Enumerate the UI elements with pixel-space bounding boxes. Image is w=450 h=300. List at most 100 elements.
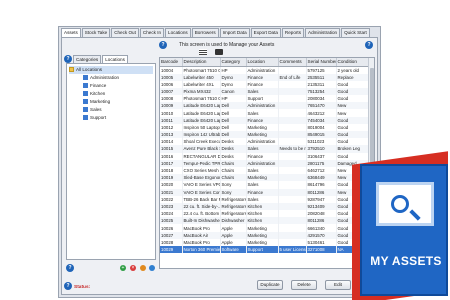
- table-row[interactable]: 10023 22 cu. ft. Side-by-... Refrigerators…: [160, 202, 371, 211]
- table-cell: Built-In Dishwasher...: [182, 217, 221, 225]
- location-icon: [83, 107, 88, 113]
- help-icon[interactable]: ?: [365, 41, 373, 49]
- add-location-button[interactable]: +: [120, 265, 126, 271]
- tree-item-administration[interactable]: Administration: [69, 74, 153, 82]
- column-header-location[interactable]: Location: [246, 58, 279, 67]
- duplicate-button[interactable]: Duplicate: [257, 280, 283, 290]
- column-header-category[interactable]: Category: [220, 58, 247, 67]
- column-header-description[interactable]: Description: [182, 58, 221, 67]
- table-row[interactable]: 10018 CXO Series Mesh Chairs Sales 6462712 Ne…: [160, 166, 371, 175]
- help-icon[interactable]: ?: [64, 282, 72, 290]
- table-row[interactable]: 10008Photosmart 7510 C...HPSupport 208003…: [160, 95, 371, 103]
- table-row[interactable]: 10015Avenz Pure Black S...DesksSalesNeed…: [160, 145, 371, 153]
- tree-item-label: Finance: [90, 83, 107, 88]
- table-cell: Finance: [246, 116, 279, 124]
- table-cell: Chairs: [220, 159, 247, 167]
- table-cell: [278, 87, 307, 96]
- table-cell: Kitchen: [246, 202, 279, 211]
- delete-location-button[interactable]: ×: [130, 265, 136, 271]
- print-icon[interactable]: [215, 49, 223, 55]
- table-cell: Desks: [220, 138, 247, 146]
- table-cell: Finance: [246, 188, 279, 196]
- table-row[interactable]: 10005 Labelwriter 450 Dymo Finance End of Li…: [160, 73, 371, 81]
- tree-item-marketing[interactable]: Marketing: [69, 98, 153, 106]
- table-cell: Sales: [246, 166, 279, 175]
- table-cell: 2 years old: [336, 66, 371, 74]
- tab-reports[interactable]: Reports: [281, 28, 304, 37]
- delete-button[interactable]: Delete: [291, 280, 317, 290]
- table-row[interactable]: 10026 MacBook Pro Apple Marketing 6661340 Goo…: [160, 224, 371, 232]
- table-row[interactable]: 10020VAIO E Series VPC-...SonySales 86147…: [160, 181, 371, 189]
- table-cell: New: [336, 102, 371, 110]
- tab-borrowers[interactable]: Borrowers: [191, 28, 219, 37]
- subtab-categories[interactable]: Categories: [73, 55, 102, 63]
- tab-export-data[interactable]: Export Data: [250, 28, 281, 37]
- table-cell: 10017: [160, 159, 183, 167]
- table-cell: Sales: [246, 181, 279, 189]
- product-box-title: MY ASSETS: [370, 254, 442, 268]
- tab-check-in[interactable]: Check In: [139, 28, 165, 37]
- tree-item-label: Kitchen: [90, 91, 106, 96]
- table-row[interactable]: 10019Sled-Base Ergonomi...ChairsMarketin…: [160, 174, 371, 182]
- edit-button[interactable]: Edit: [325, 280, 351, 290]
- table-row[interactable]: 10014Shoal Creek Executi...DesksAdminist…: [160, 138, 371, 146]
- column-header-barcode[interactable]: Barcode: [160, 58, 183, 67]
- column-header-serial-number[interactable]: Serial Number: [306, 58, 337, 67]
- table-row[interactable]: 10028 MacBook Pro Apple Marketing 5130461 Goo…: [160, 238, 371, 246]
- move-location-button[interactable]: [149, 265, 155, 271]
- tab-administration[interactable]: Administration: [305, 28, 341, 37]
- table-row[interactable]: 10013 Inspiron 14z Ultrab... Dell Marketing…: [160, 131, 371, 139]
- table-cell: Kitchen: [246, 217, 279, 225]
- column-header-condition[interactable]: Condition: [336, 58, 371, 67]
- table-row[interactable]: 10017Tempur-Pedic TPR...ChairsAdministra…: [160, 159, 371, 167]
- tree-item-finance[interactable]: Finance: [69, 82, 153, 90]
- tree-item-support[interactable]: Support: [69, 114, 153, 122]
- tab-import-data[interactable]: Import Data: [219, 28, 250, 37]
- grid-icon[interactable]: [199, 49, 207, 55]
- tree-item-kitchen[interactable]: Kitchen: [69, 90, 153, 98]
- table-row[interactable]: 10016RECTANGULAR DE...DesksFinance 310643…: [160, 152, 371, 160]
- table-row[interactable]: 10021VAIO E Series Core ...SonyFinance 80…: [160, 188, 371, 196]
- table-cell: Support: [246, 95, 279, 103]
- table-cell: MacBook Pro: [182, 238, 221, 246]
- table-cell: Sales: [246, 195, 279, 203]
- table-row[interactable]: 10025Built-In Dishwasher...DishwasherKit…: [160, 217, 371, 225]
- table-row[interactable]: 10022TBB-26 Back Bar R...RefrigeratorsSa…: [160, 195, 371, 203]
- table-cell: [278, 174, 307, 182]
- table-row[interactable]: 10029 Norton 360 Premier Software Support 5 …: [160, 246, 371, 254]
- table-cell: [278, 159, 307, 167]
- table-row[interactable]: 10004Photosmart 7510 C...HPAdministratio…: [160, 66, 371, 74]
- help-icon[interactable]: ?: [159, 41, 167, 49]
- tree-item-label: Support: [90, 115, 107, 120]
- table-cell: 9213409: [306, 202, 337, 211]
- table-cell: 10016: [160, 152, 183, 160]
- tab-locations[interactable]: Locations: [165, 28, 191, 37]
- table-row[interactable]: 10011Latitude E6420 Lapt...DellFinance 74…: [160, 116, 371, 124]
- table-row[interactable]: 10006 Labelwriter 4XL Dymo Finance 2135311 Go…: [160, 80, 371, 88]
- action-bar: ? Status: Duplicate Delete Edit: [64, 274, 376, 294]
- edit-location-button[interactable]: [140, 265, 146, 271]
- table-cell: Sony: [220, 181, 247, 189]
- table-cell: [278, 238, 307, 246]
- table-row[interactable]: 10024 22.4 cu. ft. Bottom ... Refrigerator…: [160, 210, 371, 218]
- table-cell: 2080034: [306, 95, 337, 103]
- table-row[interactable]: 10009Latitude E6420 Lapt...DellAdministr…: [160, 102, 371, 110]
- table-row[interactable]: 10012 Inspiron 50 Laptop Dell Marketing 8019…: [160, 123, 371, 131]
- tree-item-sales[interactable]: Sales: [69, 106, 153, 114]
- help-icon[interactable]: ?: [66, 264, 74, 272]
- tab-quick-start[interactable]: Quick Start: [341, 28, 370, 37]
- table-cell: 3792510: [306, 145, 337, 153]
- tree-item-all-locations[interactable]: All Locations: [69, 66, 153, 74]
- table-cell: [278, 131, 307, 139]
- tab-stock-take[interactable]: Stock Take: [81, 28, 111, 37]
- table-cell: Desks: [220, 145, 247, 153]
- table-row[interactable]: 10007 Pixma MX432 Canon Sales 7513254 Good: [160, 87, 371, 96]
- tab-check-out[interactable]: Check Out: [111, 28, 139, 37]
- table-cell: 4643212: [306, 109, 337, 117]
- table-cell: 7454034: [306, 116, 337, 124]
- help-icon[interactable]: ?: [64, 55, 72, 63]
- subtab-locations[interactable]: Locations: [102, 55, 128, 63]
- table-row[interactable]: 10027 MacBook Air Apple Marketing 4291570 Goo…: [160, 231, 371, 239]
- table-row[interactable]: 10010Latitude E6420 Lapt...DellSales 4643…: [160, 109, 371, 117]
- column-header-comments[interactable]: Comments: [278, 58, 307, 67]
